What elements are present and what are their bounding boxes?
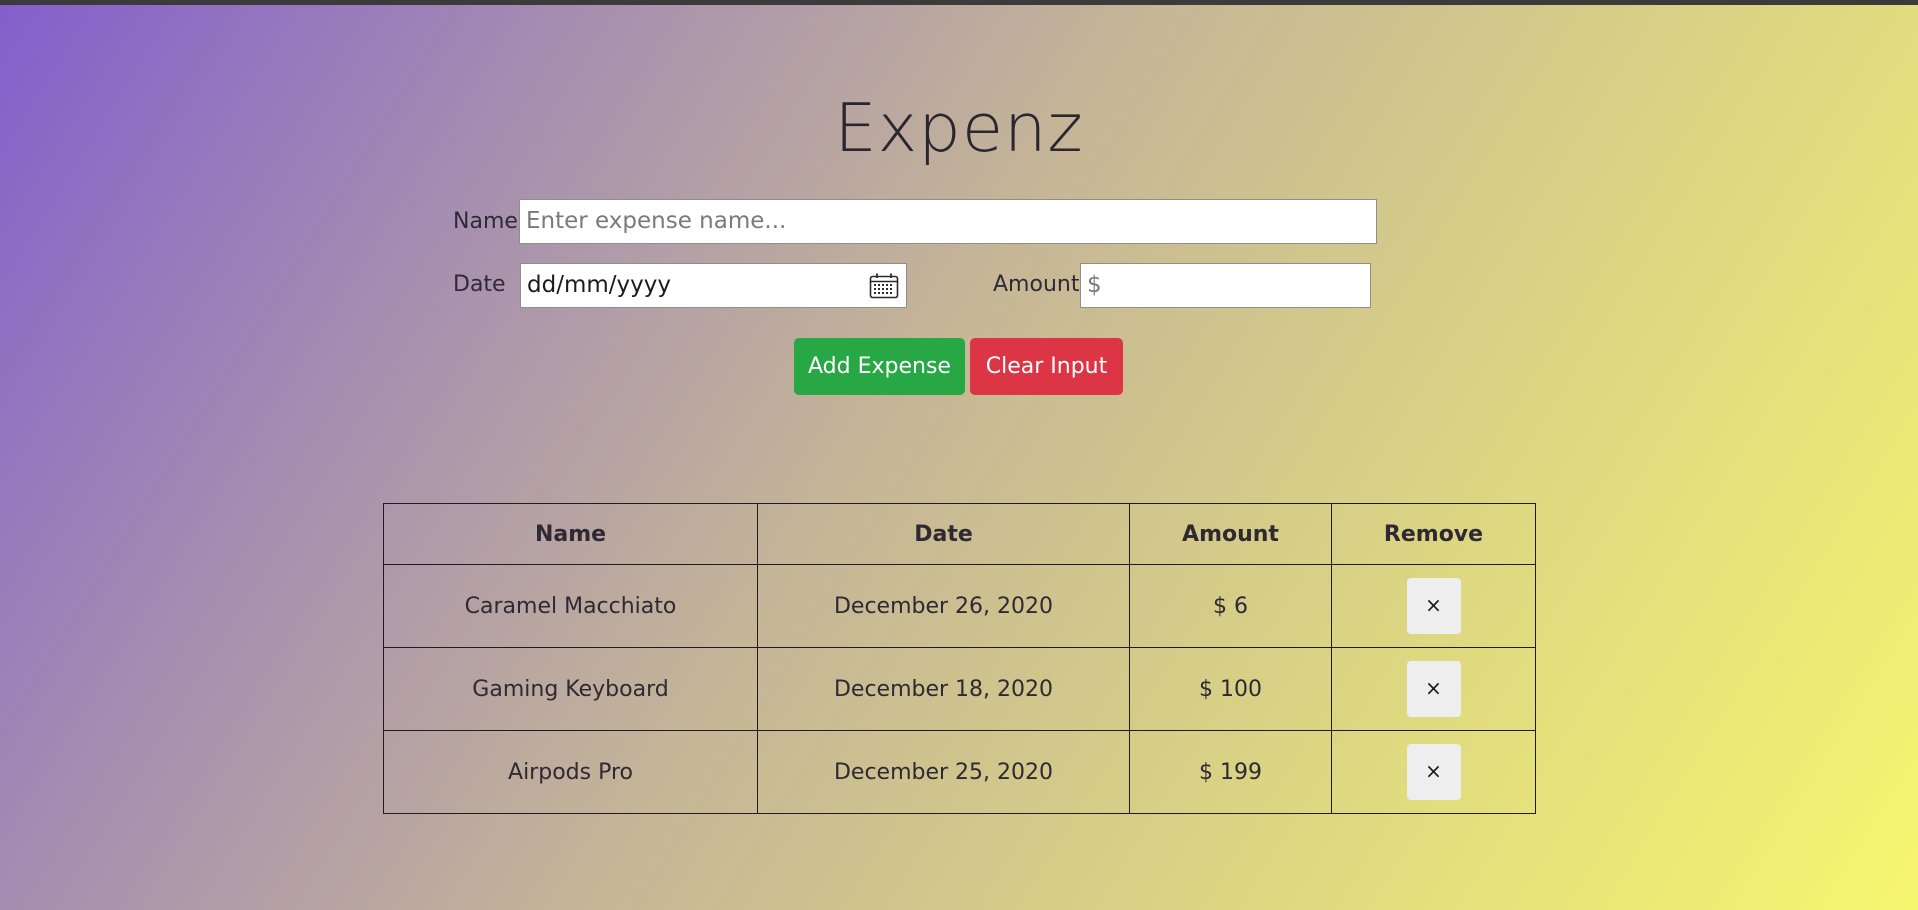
remove-expense-button[interactable]: × [1406, 744, 1461, 800]
add-expense-button[interactable]: Add Expense [794, 338, 965, 395]
name-label: Name [453, 209, 518, 234]
expense-amount-cell: $ 100 [1129, 647, 1332, 731]
browser-top-edge [0, 0, 1918, 5]
close-icon: × [1425, 759, 1442, 783]
expense-name-cell: Airpods Pro [383, 730, 758, 814]
expense-amount-input[interactable]: $ [1080, 263, 1371, 308]
close-icon: × [1425, 676, 1442, 700]
date-label: Date [453, 272, 506, 297]
remove-expense-button[interactable]: × [1406, 578, 1461, 634]
amount-placeholder: $ [1087, 272, 1102, 298]
expense-amount-cell: $ 6 [1129, 564, 1332, 648]
close-icon: × [1425, 593, 1442, 617]
table-header-row: Name Date Amount Remove [383, 503, 1536, 565]
amount-label: Amount [993, 272, 1080, 297]
column-header-remove: Remove [1331, 503, 1536, 565]
column-header-date: Date [757, 503, 1130, 565]
clear-input-button[interactable]: Clear Input [970, 338, 1123, 395]
column-header-name: Name [383, 503, 758, 565]
remove-expense-button[interactable]: × [1406, 661, 1461, 717]
expense-name-cell: Gaming Keyboard [383, 647, 758, 731]
table-row: Gaming Keyboard December 18, 2020 $ 100 … [383, 647, 1536, 731]
expense-amount-cell: $ 199 [1129, 730, 1332, 814]
table-row: Airpods Pro December 25, 2020 $ 199 × [383, 730, 1536, 814]
expense-date-cell: December 18, 2020 [757, 647, 1130, 731]
remove-cell: × [1331, 730, 1536, 814]
app-title: Expenz [834, 89, 1084, 167]
remove-cell: × [1331, 647, 1536, 731]
expense-name-input[interactable]: Enter expense name... [519, 199, 1377, 244]
expense-date-cell: December 25, 2020 [757, 730, 1130, 814]
expense-name-cell: Caramel Macchiato [383, 564, 758, 648]
expense-date-input[interactable]: dd/mm/yyyy [520, 263, 907, 308]
date-placeholder: dd/mm/yyyy [527, 272, 671, 298]
remove-cell: × [1331, 564, 1536, 648]
expense-table: Name Date Amount Remove Caramel Macchiat… [383, 503, 1536, 814]
column-header-amount: Amount [1129, 503, 1332, 565]
calendar-icon[interactable] [869, 273, 899, 299]
table-row: Caramel Macchiato December 26, 2020 $ 6 … [383, 564, 1536, 648]
expense-date-cell: December 26, 2020 [757, 564, 1130, 648]
expense-name-placeholder: Enter expense name... [526, 208, 787, 234]
